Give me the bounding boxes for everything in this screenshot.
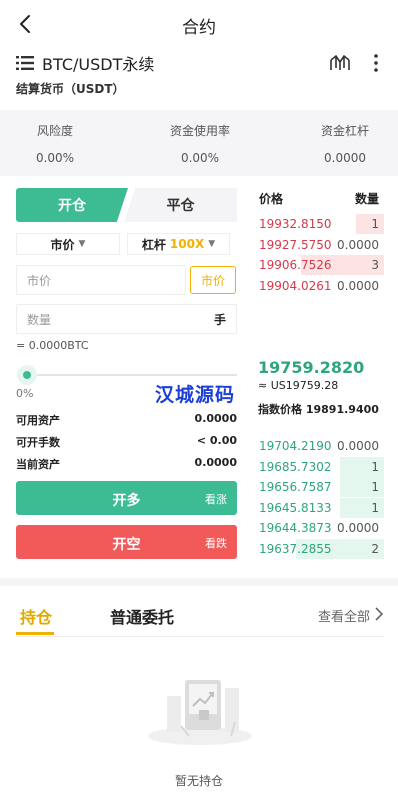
tabs-divider bbox=[16, 636, 384, 637]
ask-qty: 1 bbox=[371, 217, 379, 231]
top-bar: 合约 bbox=[0, 0, 398, 48]
depth-bar bbox=[356, 214, 384, 234]
settlement-currency: 结算货币（USDT） bbox=[16, 82, 125, 96]
open-long-label: 开多 bbox=[112, 493, 141, 509]
leverage-label: 杠杆 bbox=[141, 237, 166, 252]
quantity-placeholder: 数量 bbox=[27, 312, 52, 327]
bid-qty: 2 bbox=[371, 541, 379, 556]
ask-row[interactable]: 19927.5750 0.0000 bbox=[258, 235, 384, 255]
more-vertical-icon[interactable] bbox=[372, 53, 380, 73]
bid-row[interactable]: 19685.7302 1 bbox=[258, 456, 384, 477]
bid-price: 19637.2855 bbox=[259, 541, 332, 556]
index-price-value: 19891.9400 bbox=[305, 403, 379, 416]
stat-usage: 资金使用率 0.00% bbox=[135, 122, 265, 165]
stat-value: 0.00% bbox=[180, 151, 220, 165]
ask-qty: 0.0000 bbox=[337, 237, 379, 252]
page-title: 合约 bbox=[182, 18, 216, 38]
empty-state-text: 暂无持仓 bbox=[174, 774, 223, 788]
caret-down-icon: ▼ bbox=[78, 239, 86, 249]
open-short-label: 开空 bbox=[112, 537, 141, 553]
pair-row: BTC/USDT永续 bbox=[0, 48, 398, 78]
stat-label: 风险度 bbox=[36, 124, 73, 138]
quantity-unit: 手 bbox=[214, 313, 227, 327]
bid-price: 19685.7302 bbox=[259, 459, 332, 474]
open-short-button[interactable]: 开空 看跌 bbox=[16, 525, 237, 559]
order-type-select[interactable]: 市价 ▼ bbox=[16, 233, 120, 255]
openable-lots-value: < 0.00 bbox=[196, 434, 237, 447]
index-price-row: 指数价格 19891.9400 bbox=[258, 401, 379, 417]
current-assets-value: 0.0000 bbox=[194, 456, 237, 469]
bid-price: 19656.7587 bbox=[259, 480, 332, 494]
pair-name[interactable]: BTC/USDT永续 bbox=[42, 51, 154, 75]
price-placeholder: 市价 bbox=[27, 273, 52, 288]
stat-label: 资金使用率 bbox=[169, 124, 230, 138]
last-price: 19759.2820 bbox=[258, 358, 365, 377]
ask-qty: 0.0000 bbox=[337, 278, 379, 293]
tab-holdings[interactable]: 持仓 bbox=[20, 604, 52, 628]
bid-qty: 1 bbox=[371, 459, 379, 474]
btc-equivalent: = 0.0000BTC bbox=[16, 339, 89, 352]
ask-qty: 3 bbox=[371, 258, 379, 272]
tab-regular-orders[interactable]: 普通委托 bbox=[110, 604, 174, 628]
stat-leverage: 资金杠杆 0.0000 bbox=[280, 122, 398, 165]
ask-price: 19927.5750 bbox=[259, 237, 332, 252]
current-assets-label: 当前资产 bbox=[16, 458, 60, 471]
amount-slider-track[interactable] bbox=[27, 374, 237, 376]
ask-row[interactable]: 19932.8150 1 bbox=[258, 214, 384, 234]
available-assets-label: 可用资产 bbox=[16, 414, 60, 427]
watermark-text: 汉城源码 bbox=[155, 384, 236, 406]
bid-price: 19704.2190 bbox=[259, 439, 332, 453]
see-all-link[interactable]: 查看全部 bbox=[318, 606, 370, 625]
kline-chart-icon[interactable] bbox=[330, 53, 350, 71]
bid-qty: 1 bbox=[371, 500, 379, 515]
market-price-button[interactable]: 市价 bbox=[190, 266, 236, 294]
ask-row[interactable]: 19906.7526 3 bbox=[258, 255, 384, 275]
stat-value: 0.0000 bbox=[324, 151, 366, 165]
bid-row[interactable]: 19656.7587 1 bbox=[258, 477, 384, 497]
quantity-input[interactable]: 数量 bbox=[16, 304, 237, 334]
bid-price: 19645.8133 bbox=[259, 500, 332, 515]
empty-box-illustration bbox=[148, 680, 252, 745]
list-menu-icon[interactable] bbox=[16, 55, 34, 71]
active-tab-underline bbox=[16, 632, 54, 635]
chevron-right-icon[interactable] bbox=[374, 606, 384, 622]
bid-qty: 1 bbox=[371, 480, 379, 494]
open-long-sublabel: 看涨 bbox=[205, 493, 227, 506]
bid-qty: 0.0000 bbox=[337, 439, 379, 453]
ask-price: 19904.0261 bbox=[259, 278, 332, 293]
bid-row[interactable]: 19644.3873 0.0000 bbox=[258, 518, 384, 538]
open-long-button[interactable]: 开多 看涨 bbox=[16, 481, 237, 515]
bid-row[interactable]: 19645.8133 1 bbox=[258, 497, 384, 518]
account-stats: 风险度 0.00% 资金使用率 0.00% 资金杠杆 0.0000 bbox=[0, 110, 398, 176]
ask-price: 19906.7526 bbox=[259, 258, 332, 272]
index-price-label: 指数价格 bbox=[258, 403, 302, 416]
position-side-tabs: 开仓 平仓 bbox=[16, 188, 237, 222]
openable-lots-label: 可开手数 bbox=[16, 436, 60, 449]
stat-label: 资金杠杆 bbox=[320, 124, 369, 138]
price-input[interactable]: 市价 bbox=[16, 265, 186, 295]
orderbook-qty-header: 数量 bbox=[355, 192, 380, 206]
tab-close-position[interactable]: 平仓 bbox=[124, 188, 237, 222]
order-type-value: 市价 bbox=[50, 237, 75, 252]
available-assets-value: 0.0000 bbox=[194, 412, 237, 425]
bid-row[interactable]: 19637.2855 2 bbox=[258, 538, 384, 559]
bid-row[interactable]: 19704.2190 0.0000 bbox=[258, 436, 384, 456]
tab-open-position[interactable]: 开仓 bbox=[16, 188, 128, 222]
orderbook-price-header: 价格 bbox=[259, 192, 284, 206]
ask-row[interactable]: 19904.0261 0.0000 bbox=[258, 276, 384, 296]
open-short-sublabel: 看跌 bbox=[205, 537, 227, 550]
amount-slider-handle[interactable] bbox=[17, 365, 37, 385]
stat-risk: 风险度 0.00% bbox=[0, 122, 120, 165]
caret-down-icon: ▼ bbox=[208, 239, 216, 249]
slider-percent: 0% bbox=[16, 387, 34, 400]
leverage-value: 100X bbox=[169, 237, 205, 251]
bid-qty: 0.0000 bbox=[337, 521, 379, 535]
section-separator bbox=[0, 578, 398, 586]
stat-value: 0.00% bbox=[35, 151, 75, 165]
ask-price: 19932.8150 bbox=[259, 217, 332, 231]
last-price-usd: ≈ US19759.28 bbox=[258, 379, 339, 392]
bid-price: 19644.3873 bbox=[259, 521, 332, 535]
leverage-select[interactable]: 杠杆 100X ▼ bbox=[127, 233, 230, 255]
